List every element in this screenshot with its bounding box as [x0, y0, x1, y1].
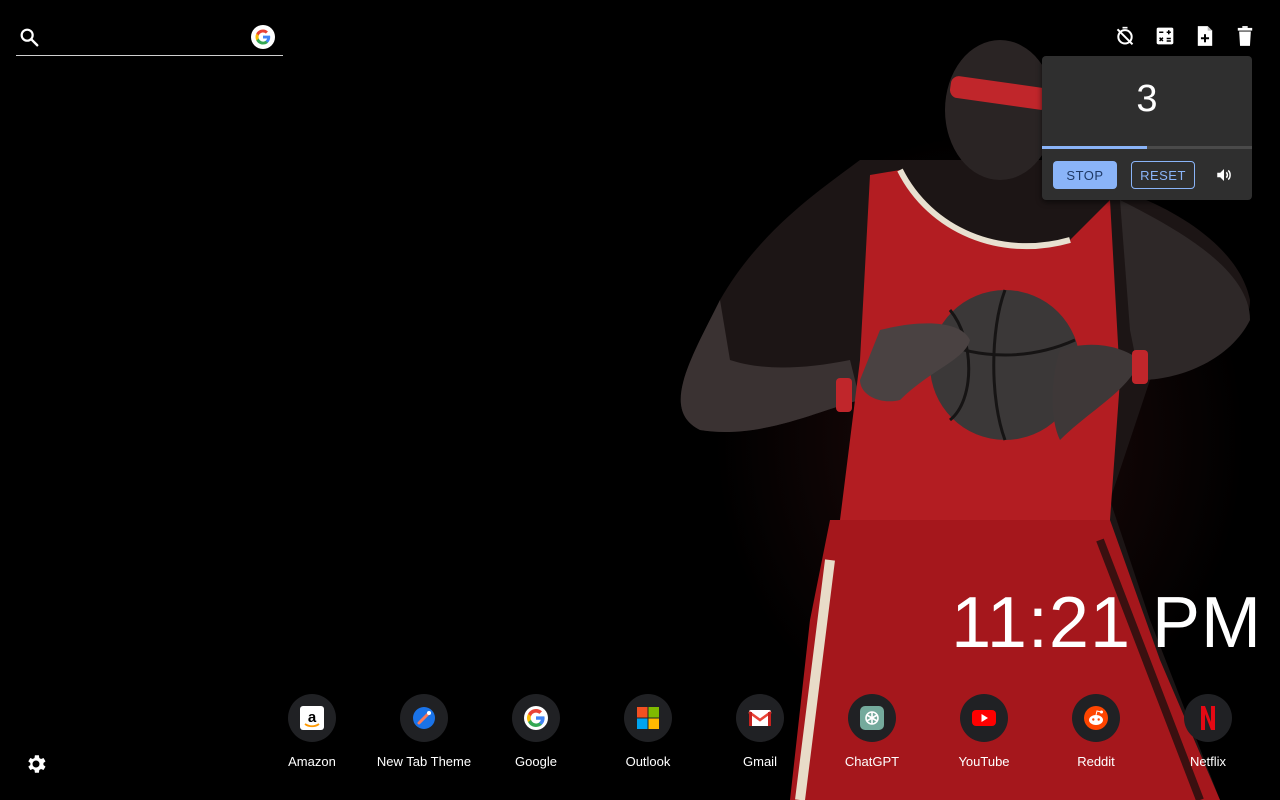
search-icon[interactable]	[18, 26, 40, 48]
amazon-icon: a	[288, 694, 336, 742]
new-tab-theme-icon	[400, 694, 448, 742]
trash-icon[interactable]	[1234, 24, 1256, 48]
shortcut-outlook[interactable]: Outlook	[592, 694, 704, 769]
shortcut-label: Reddit	[1077, 754, 1115, 769]
shortcut-chatgpt[interactable]: ChatGPT	[816, 694, 928, 769]
calculator-icon[interactable]	[1154, 24, 1176, 48]
shortcut-label: Gmail	[743, 754, 777, 769]
shortcut-label: Google	[515, 754, 557, 769]
gmail-icon	[736, 694, 784, 742]
shortcut-label: Outlook	[625, 754, 671, 769]
timer-panel: 3 STOP RESET	[1042, 56, 1252, 200]
google-logo-icon[interactable]	[251, 25, 275, 49]
shortcut-label: New Tab Theme	[376, 754, 472, 769]
search-bar	[16, 20, 283, 56]
chatgpt-icon	[848, 694, 896, 742]
timer-off-icon[interactable]	[1114, 24, 1136, 48]
shortcuts-bar: a Amazon New Tab Theme Google Outlook Gm…	[256, 694, 1264, 769]
timer-count: 3	[1136, 78, 1158, 120]
clock-time: 11:21 PM	[951, 583, 1262, 663]
shortcut-gmail[interactable]: Gmail	[704, 694, 816, 769]
reset-button[interactable]: RESET	[1131, 161, 1195, 189]
outlook-icon	[624, 694, 672, 742]
shortcut-google[interactable]: Google	[480, 694, 592, 769]
shortcut-new-tab-theme[interactable]: New Tab Theme	[368, 694, 480, 769]
reddit-icon	[1072, 694, 1120, 742]
google-icon	[512, 694, 560, 742]
shortcut-amazon[interactable]: a Amazon	[256, 694, 368, 769]
youtube-icon	[960, 694, 1008, 742]
search-input[interactable]	[52, 24, 246, 52]
timer-progress-track	[1042, 146, 1252, 149]
settings-gear-icon[interactable]	[24, 752, 48, 776]
shortcut-label: ChatGPT	[844, 754, 900, 769]
shortcut-reddit[interactable]: Reddit	[1040, 694, 1152, 769]
volume-icon[interactable]	[1215, 166, 1233, 184]
timer-progress-fill	[1042, 146, 1147, 149]
stop-button[interactable]: STOP	[1053, 161, 1117, 189]
netflix-icon	[1184, 694, 1232, 742]
note-add-icon[interactable]	[1194, 24, 1216, 48]
shortcut-label: YouTube	[958, 754, 1010, 769]
svg-text:a: a	[308, 709, 317, 726]
shortcut-label: Amazon	[288, 754, 336, 769]
shortcut-netflix[interactable]: Netflix	[1152, 694, 1264, 769]
toolbar	[1114, 24, 1256, 48]
shortcut-youtube[interactable]: YouTube	[928, 694, 1040, 769]
shortcut-label: Netflix	[1189, 754, 1227, 769]
